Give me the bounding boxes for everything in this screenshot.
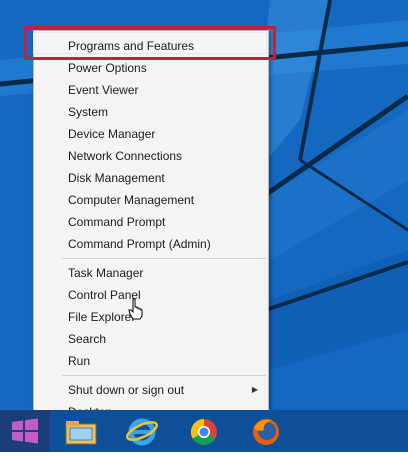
menu-item-event-viewer[interactable]: Event Viewer bbox=[34, 79, 268, 101]
menu-item-label: Shut down or sign out bbox=[68, 383, 185, 397]
chrome-icon bbox=[190, 418, 217, 446]
menu-item-control-panel[interactable]: Control Panel bbox=[34, 284, 268, 306]
taskbar bbox=[0, 410, 408, 452]
menu-item-label: Command Prompt (Admin) bbox=[68, 237, 211, 251]
menu-item-label: Network Connections bbox=[68, 149, 183, 163]
file-explorer-icon bbox=[65, 421, 97, 445]
menu-item-label: Event Viewer bbox=[68, 83, 139, 97]
hand-cursor-icon bbox=[128, 298, 143, 320]
winx-power-user-menu: Programs and Features Power Options Even… bbox=[33, 30, 269, 426]
menu-separator bbox=[62, 258, 266, 259]
menu-item-label: Run bbox=[68, 354, 91, 368]
menu-item-label: Power Options bbox=[68, 61, 147, 75]
menu-item-label: Command Prompt bbox=[68, 215, 166, 229]
menu-item-device-manager[interactable]: Device Manager bbox=[34, 123, 268, 145]
menu-item-shut-down-or-sign-out[interactable]: Shut down or sign out ▶ bbox=[34, 379, 268, 401]
menu-separator bbox=[62, 375, 266, 376]
menu-item-file-explorer[interactable]: File Explorer bbox=[34, 306, 268, 328]
internet-explorer-icon bbox=[126, 418, 158, 446]
menu-item-label: Device Manager bbox=[68, 127, 156, 141]
start-button[interactable] bbox=[0, 410, 50, 452]
windows-logo-icon bbox=[12, 418, 38, 444]
highlight-annotation-box bbox=[24, 26, 276, 60]
menu-item-task-manager[interactable]: Task Manager bbox=[34, 262, 268, 284]
taskbar-internet-explorer[interactable] bbox=[116, 410, 168, 452]
taskbar-file-explorer[interactable] bbox=[56, 410, 108, 452]
menu-item-command-prompt[interactable]: Command Prompt bbox=[34, 211, 268, 233]
menu-item-label: File Explorer bbox=[68, 310, 136, 324]
menu-item-disk-management[interactable]: Disk Management bbox=[34, 167, 268, 189]
menu-item-command-prompt-admin[interactable]: Command Prompt (Admin) bbox=[34, 233, 268, 255]
taskbar-chrome[interactable] bbox=[178, 410, 230, 452]
menu-item-run[interactable]: Run bbox=[34, 350, 268, 372]
menu-item-label: Disk Management bbox=[68, 171, 165, 185]
taskbar-firefox[interactable] bbox=[240, 410, 292, 452]
menu-item-label: System bbox=[68, 105, 109, 119]
menu-item-network-connections[interactable]: Network Connections bbox=[34, 145, 268, 167]
firefox-icon bbox=[253, 419, 279, 445]
menu-item-search[interactable]: Search bbox=[34, 328, 268, 350]
submenu-arrow-icon: ▶ bbox=[251, 385, 258, 394]
menu-item-system[interactable]: System bbox=[34, 101, 268, 123]
menu-item-label: Search bbox=[68, 332, 107, 346]
menu-item-power-options[interactable]: Power Options bbox=[34, 57, 268, 79]
menu-item-label: Task Manager bbox=[68, 266, 144, 280]
menu-item-computer-management[interactable]: Computer Management bbox=[34, 189, 268, 211]
menu-item-label: Computer Management bbox=[68, 193, 195, 207]
